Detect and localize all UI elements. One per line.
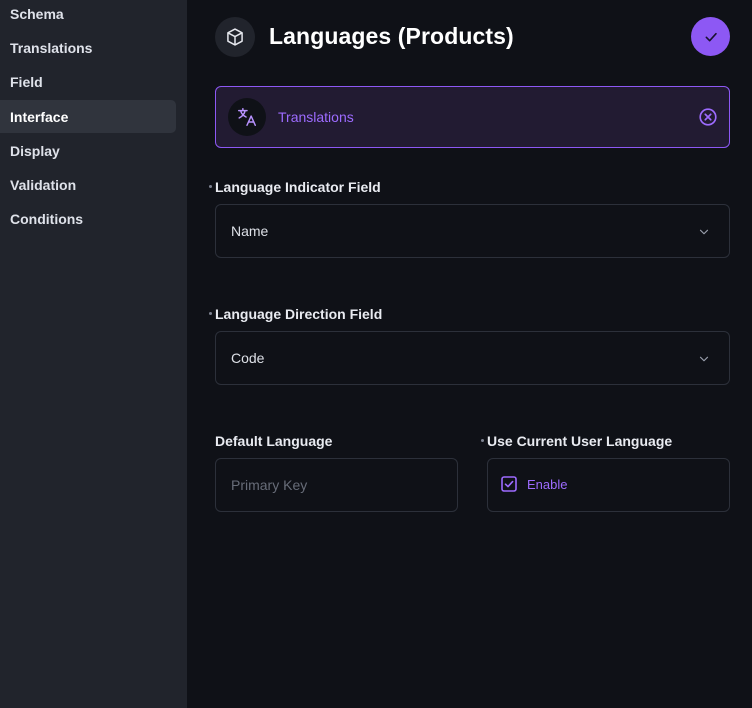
toggle-label: Enable bbox=[527, 477, 568, 492]
select-value: Name bbox=[231, 223, 269, 239]
use-current-user-language-label: Use Current User Language bbox=[487, 433, 673, 449]
sidebar-item-validation[interactable]: Validation bbox=[0, 168, 176, 201]
sidebar-item-label: Translations bbox=[10, 39, 93, 56]
sidebar-item-interface[interactable]: Interface bbox=[0, 100, 176, 133]
sidebar-item-display[interactable]: Display bbox=[0, 134, 176, 167]
interface-selector[interactable]: Translations bbox=[215, 86, 730, 148]
sidebar-item-field[interactable]: Field bbox=[0, 65, 176, 98]
language-direction-select[interactable]: Code bbox=[215, 331, 730, 385]
sidebar-item-label: Interface bbox=[10, 108, 69, 125]
box-icon bbox=[215, 17, 255, 57]
required-indicator bbox=[209, 312, 212, 315]
check-icon bbox=[705, 32, 717, 41]
checkbox-checked-icon[interactable] bbox=[501, 476, 517, 492]
language-indicator-label: Language Indicator Field bbox=[215, 179, 381, 195]
sidebar: Schema Translations Field Interface Disp… bbox=[0, 0, 187, 708]
required-indicator bbox=[209, 185, 212, 188]
sidebar-item-label: Display bbox=[10, 142, 60, 159]
close-circle-icon[interactable] bbox=[697, 106, 719, 128]
translate-icon bbox=[228, 98, 266, 136]
language-indicator-select[interactable]: Name bbox=[215, 204, 730, 258]
sidebar-item-label: Validation bbox=[10, 176, 77, 193]
chevron-down-icon bbox=[699, 229, 709, 235]
select-value: Code bbox=[231, 350, 265, 366]
language-direction-label: Language Direction Field bbox=[215, 306, 383, 322]
default-language-label: Default Language bbox=[215, 433, 333, 449]
sidebar-item-label: Field bbox=[10, 73, 43, 90]
default-language-input[interactable] bbox=[215, 458, 458, 512]
sidebar-item-conditions[interactable]: Conditions bbox=[0, 202, 176, 235]
page-title: Languages (Products) bbox=[269, 23, 514, 49]
interface-label: Translations bbox=[278, 109, 354, 125]
confirm-button[interactable] bbox=[691, 17, 730, 56]
sidebar-item-label: Conditions bbox=[10, 210, 84, 227]
required-indicator bbox=[481, 439, 484, 442]
sidebar-item-label: Schema bbox=[10, 5, 64, 22]
use-current-user-language-toggle[interactable]: Enable bbox=[487, 458, 730, 512]
chevron-down-icon bbox=[699, 356, 709, 362]
sidebar-item-schema[interactable]: Schema bbox=[0, 0, 176, 30]
sidebar-item-translations[interactable]: Translations bbox=[0, 31, 176, 64]
